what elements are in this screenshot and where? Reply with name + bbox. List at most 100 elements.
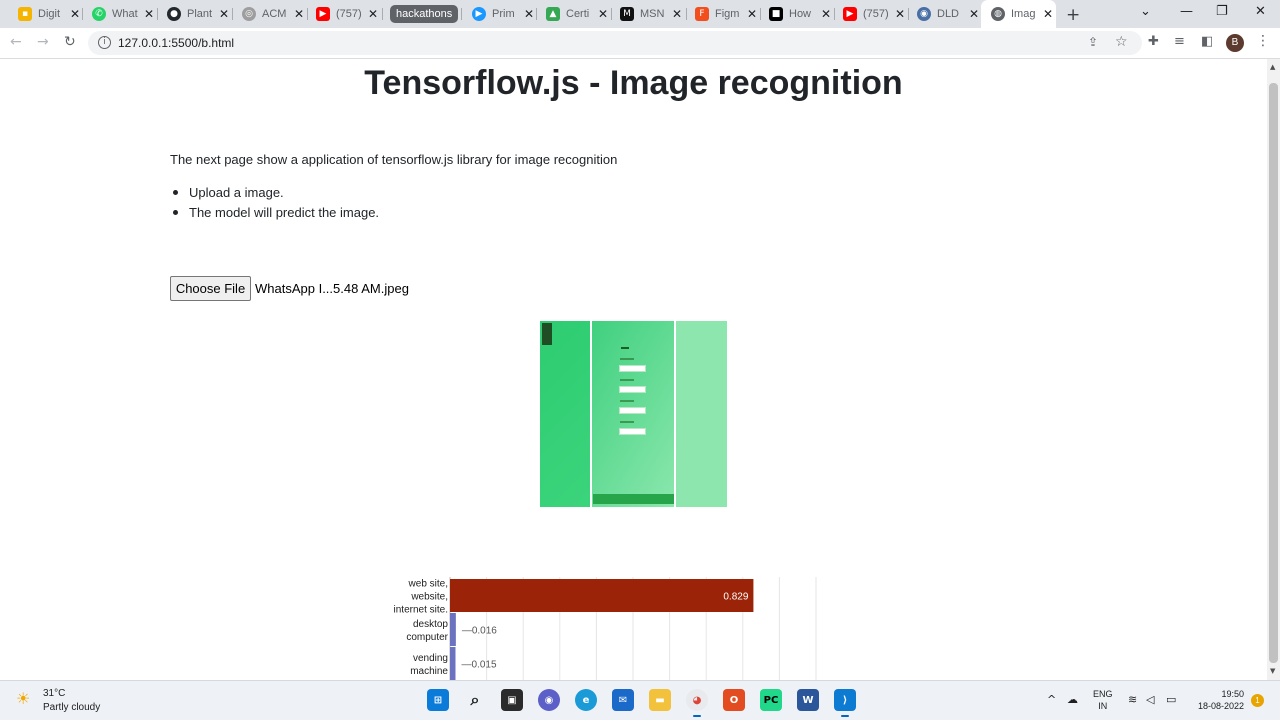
- speaker-muted-icon[interactable]: ◁: [1146, 693, 1154, 706]
- window-close-icon[interactable]: ✕: [1255, 4, 1266, 19]
- battery-icon[interactable]: ▭: [1166, 693, 1176, 706]
- chrome-icon[interactable]: ◕: [686, 689, 708, 717]
- weather-condition[interactable]: Partly cloudy: [43, 702, 100, 713]
- language-indicator[interactable]: ENG IN: [1093, 688, 1113, 712]
- site-info-icon[interactable]: i: [98, 36, 111, 49]
- notification-badge[interactable]: 1: [1251, 694, 1264, 707]
- tab-label: (757): [336, 8, 362, 20]
- close-icon[interactable]: ✕: [368, 7, 378, 21]
- close-icon[interactable]: ✕: [895, 7, 905, 21]
- tab-divider: [834, 8, 835, 20]
- page-viewport: Tensorflow.js - Image recognition The ne…: [0, 59, 1267, 680]
- tab-search-chevron-icon[interactable]: ⌄: [1140, 4, 1151, 19]
- tab-msn[interactable]: M MSN ✕: [620, 3, 682, 25]
- minimize-icon[interactable]: —: [1180, 4, 1193, 19]
- page-scrollbar[interactable]: ▲ ▼: [1267, 59, 1280, 680]
- reload-icon[interactable]: ↻: [64, 34, 76, 50]
- onedrive-cloud-icon[interactable]: ☁: [1067, 693, 1078, 706]
- tab-divider: [686, 8, 687, 20]
- url-text[interactable]: 127.0.0.1:5500/b.html: [118, 36, 234, 50]
- preview-right-panel: [676, 321, 727, 507]
- system-clock[interactable]: 19:50 18-08-2022: [1188, 688, 1244, 712]
- word-icon[interactable]: W: [797, 689, 819, 711]
- tab-group-hackathons[interactable]: hackathons: [390, 5, 459, 23]
- youtube-icon: ▶: [843, 7, 857, 21]
- tab-whatsapp[interactable]: ✆ What ✕: [92, 3, 154, 25]
- tab-divider: [536, 8, 537, 20]
- pycharm-icon[interactable]: PC: [760, 689, 782, 711]
- office-icon[interactable]: O: [723, 689, 745, 711]
- wifi-icon[interactable]: ≋: [1128, 693, 1137, 706]
- media-queue-icon[interactable]: ≡: [1174, 34, 1185, 49]
- tab-prime-video[interactable]: ▶ Prim ✕: [472, 3, 534, 25]
- chart-category-label: desktop computer: [406, 619, 448, 643]
- close-icon[interactable]: ✕: [219, 7, 229, 21]
- close-icon[interactable]: ✕: [672, 7, 682, 21]
- github-icon: ●: [167, 7, 181, 21]
- windows-start-icon[interactable]: ⊞: [427, 689, 449, 711]
- preview-form-field: [619, 365, 646, 372]
- scroll-down-arrow-icon[interactable]: ▼: [1270, 667, 1275, 675]
- preview-form-label: [620, 358, 634, 360]
- address-bar[interactable]: i 127.0.0.1:5500/b.html ⇪ ☆: [88, 31, 1142, 55]
- tab-label: (757): [863, 8, 889, 20]
- dld-icon: ◉: [917, 7, 931, 21]
- youtube-icon: ▶: [316, 7, 330, 21]
- task-view-icon[interactable]: ▣: [501, 689, 523, 711]
- tab-label: Prim: [492, 8, 515, 20]
- tab-dld[interactable]: ◉ DLD ✕: [917, 3, 979, 25]
- tab-video[interactable]: ■ How ✕: [769, 3, 831, 25]
- whatsapp-icon: ✆: [92, 7, 106, 21]
- tab-digit[interactable]: ▪ Digit ✕: [18, 3, 80, 25]
- tab-image-recognition-active[interactable]: ◍ Imag ✕: [991, 3, 1053, 25]
- scroll-up-arrow-icon[interactable]: ▲: [1270, 63, 1275, 71]
- close-icon[interactable]: ✕: [598, 7, 608, 21]
- profile-avatar[interactable]: B: [1226, 34, 1244, 52]
- preview-form-label: [620, 400, 634, 402]
- tab-youtube-2[interactable]: ▶ (757) ✕: [843, 3, 905, 25]
- edge-icon[interactable]: e: [575, 689, 597, 711]
- mail-icon[interactable]: ✉: [612, 689, 634, 711]
- tab-label: How: [789, 8, 812, 20]
- extensions-puzzle-icon[interactable]: ✚: [1148, 34, 1159, 49]
- partly-cloudy-icon[interactable]: ☀: [16, 689, 30, 708]
- close-icon[interactable]: ✕: [969, 7, 979, 21]
- chart-value-label: 0.829: [723, 592, 748, 603]
- tab-divider: [461, 8, 462, 20]
- preview-form-field: [619, 407, 646, 414]
- tab-acm[interactable]: ◎ ACM ✕: [242, 3, 304, 25]
- tab-google-drive[interactable]: ▲ Certi ✕: [546, 3, 608, 25]
- vscode-icon[interactable]: ⟩: [834, 689, 856, 717]
- close-icon[interactable]: ✕: [747, 7, 757, 21]
- new-tab-plus-icon[interactable]: +: [1066, 5, 1080, 25]
- close-icon[interactable]: ✕: [821, 7, 831, 21]
- weather-temperature[interactable]: 31°C: [43, 688, 65, 699]
- tab-github[interactable]: ● Plant ✕: [167, 3, 229, 25]
- close-icon[interactable]: ✕: [144, 7, 154, 21]
- share-icon[interactable]: ⇪: [1088, 35, 1098, 49]
- close-icon[interactable]: ✕: [1043, 7, 1053, 21]
- close-icon[interactable]: ✕: [294, 7, 304, 21]
- menu-kebab-icon[interactable]: ⋮: [1256, 33, 1270, 49]
- search-icon[interactable]: ⌕: [464, 689, 486, 711]
- close-icon[interactable]: ✕: [70, 7, 80, 21]
- scrollbar-thumb[interactable]: [1269, 83, 1278, 663]
- tab-divider: [908, 8, 909, 20]
- restore-icon[interactable]: ❐: [1216, 4, 1228, 19]
- tab-youtube[interactable]: ▶ (757) ✕: [316, 3, 378, 25]
- file-explorer-icon[interactable]: ▬: [649, 689, 671, 711]
- teams-chat-icon[interactable]: ◉: [538, 689, 560, 711]
- side-panel-icon[interactable]: ◧: [1201, 34, 1213, 49]
- chart-bar: [450, 579, 754, 612]
- close-icon[interactable]: ✕: [524, 7, 534, 21]
- forward-arrow-icon[interactable]: →: [37, 34, 49, 50]
- bookmark-star-icon[interactable]: ☆: [1115, 34, 1128, 50]
- list-item: The model will predict the image.: [172, 204, 379, 224]
- msn-icon: M: [620, 7, 634, 21]
- prediction-bar-chart: 0.829 web site, website, internet site. —0.0…: [394, 577, 817, 680]
- tray-overflow-chevron-icon[interactable]: ^: [1047, 693, 1056, 706]
- google-drive-icon: ▲: [546, 7, 560, 21]
- tab-figma[interactable]: F Figm ✕: [695, 3, 757, 25]
- back-arrow-icon[interactable]: ←: [10, 34, 22, 50]
- choose-file-button[interactable]: Choose File: [170, 276, 251, 301]
